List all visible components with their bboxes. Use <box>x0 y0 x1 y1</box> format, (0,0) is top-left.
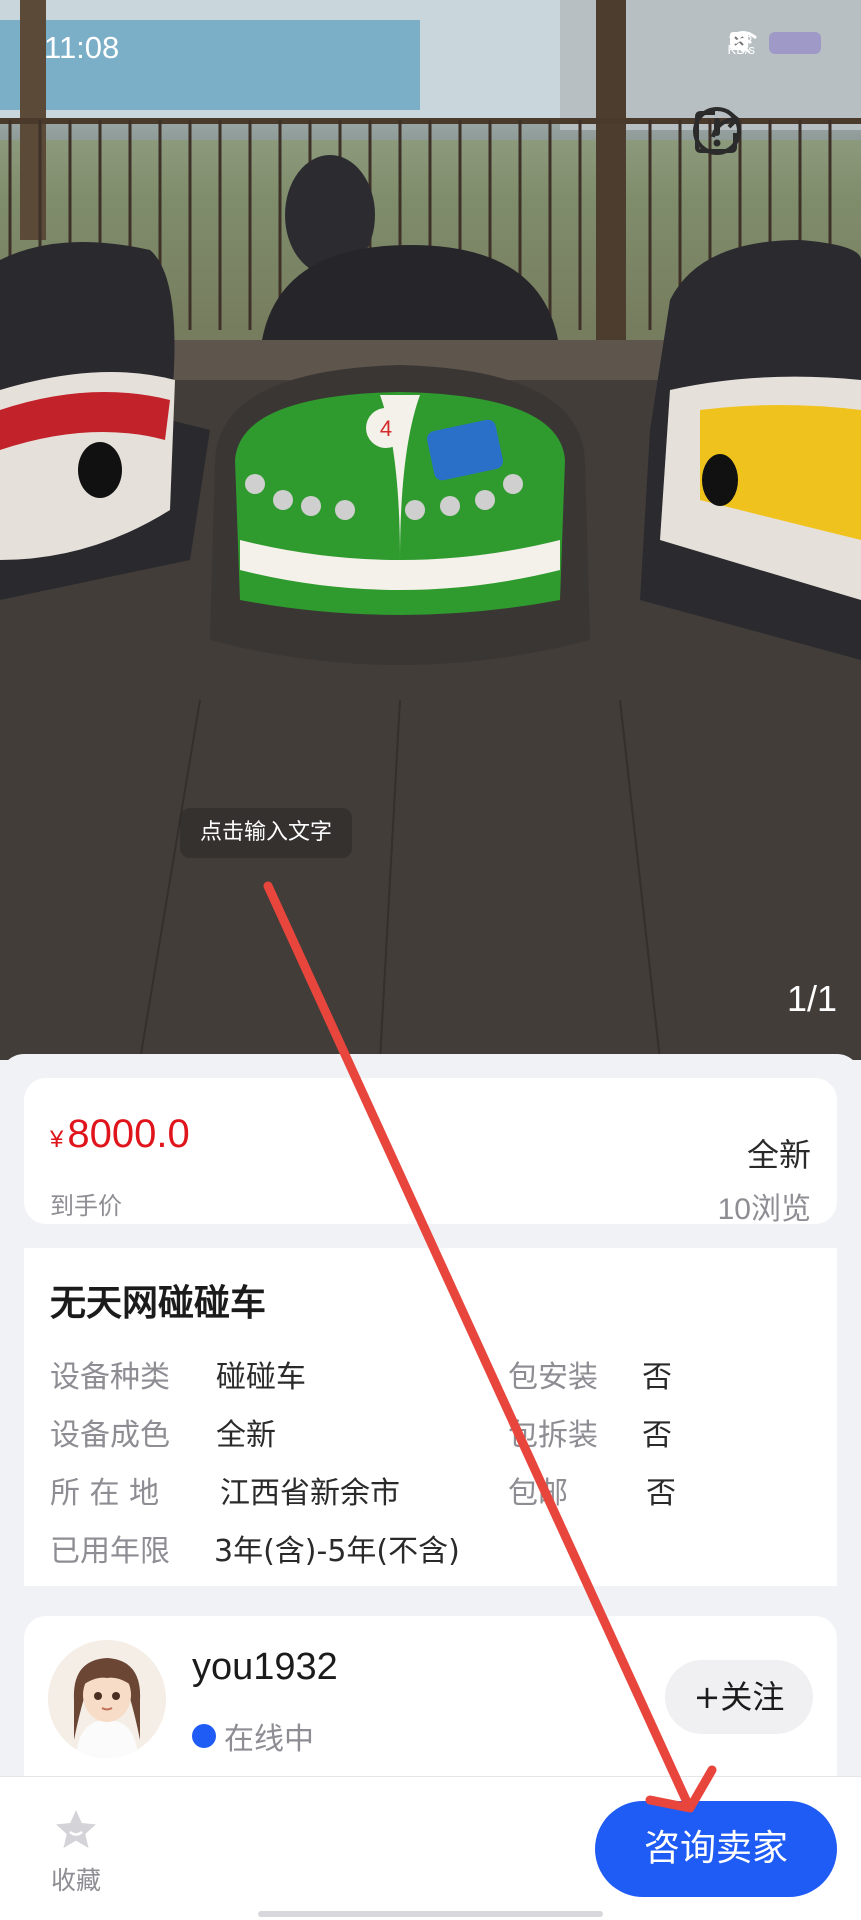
follow-button[interactable]: +关注 <box>665 1660 813 1734</box>
option-label-shipping: 包邮 <box>508 1476 568 1511</box>
battery-icon <box>769 32 821 54</box>
online-status: 在线中 <box>192 1714 314 1758</box>
option-label-dismantle: 包拆装 <box>508 1418 598 1453</box>
spec-label-location: 所 在 地 <box>50 1476 160 1511</box>
spec-label-type: 设备种类 <box>50 1360 170 1395</box>
spec-value-type: 碰碰车 <box>216 1360 306 1395</box>
star-icon <box>56 1810 96 1848</box>
product-title: 无天网碰碰车 <box>50 1283 267 1324</box>
consult-seller-button[interactable]: 咨询卖家 <box>595 1801 837 1897</box>
wifi-icon <box>728 31 757 52</box>
favorite-button[interactable]: 收藏 <box>46 1807 106 1897</box>
bottom-action-bar: 收藏 咨询卖家 <box>0 1776 861 1920</box>
report-button[interactable] <box>693 105 833 163</box>
option-value-shipping: 否 <box>646 1476 676 1511</box>
seller-avatar[interactable] <box>48 1640 166 1758</box>
status-icons: 183 KB/s <box>728 30 821 56</box>
seller-name[interactable]: you1932 <box>192 1646 338 1689</box>
status-bar: 11:08 183 KB/s <box>0 0 861 100</box>
view-count: 10浏览 <box>717 1193 811 1226</box>
spec-label-condition: 设备成色 <box>50 1418 170 1453</box>
image-counter: 1/1 <box>786 978 837 1019</box>
price-card: ¥ 8000.0 到手价 全新 10浏览 <box>24 1078 837 1226</box>
car-number: 4 <box>380 416 392 441</box>
option-value-install: 否 <box>642 1360 672 1395</box>
option-value-dismantle: 否 <box>642 1418 672 1453</box>
option-label-install: 包安装 <box>508 1360 598 1395</box>
status-time: 11:08 <box>44 30 120 65</box>
warning-icon <box>693 107 741 155</box>
product-photo[interactable]: 4 11:08 183 KB/s <box>0 0 861 1060</box>
home-indicator[interactable] <box>258 1911 603 1917</box>
avatar-image <box>48 1640 166 1758</box>
text-input-tip[interactable]: 点击输入文字 <box>180 808 353 858</box>
favorite-label: 收藏 <box>50 1866 101 1895</box>
currency-symbol: ¥ <box>50 1126 64 1153</box>
price: ¥ 8000.0 <box>50 1112 190 1157</box>
online-dot-icon <box>192 1724 216 1748</box>
spec-value-years: 3年(含)-5年(不含) <box>214 1534 460 1569</box>
spec-label-years: 已用年限 <box>50 1534 170 1569</box>
spec-value-condition: 全新 <box>216 1418 276 1453</box>
price-label: 到手价 <box>50 1192 122 1220</box>
photo-actions <box>691 105 833 163</box>
spec-value-location: 江西省新余市 <box>220 1476 400 1511</box>
online-status-text: 在线中 <box>224 1722 314 1757</box>
price-value: 8000.0 <box>67 1112 190 1156</box>
condition-label: 全新 <box>746 1136 811 1174</box>
detail-card: 无天网碰碰车 设备种类 碰碰车 设备成色 全新 所 在 地 江西省新余市 已用年… <box>24 1248 837 1586</box>
